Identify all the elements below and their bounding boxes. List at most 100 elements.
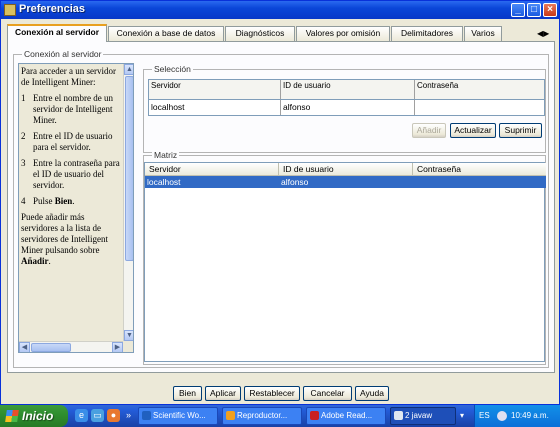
- tab-right-icon[interactable]: ▶: [543, 29, 549, 38]
- media-player-icon: [226, 411, 235, 420]
- help-step-number: 4: [21, 196, 26, 206]
- internet-explorer-icon[interactable]: e: [75, 409, 88, 422]
- scroll-thumb[interactable]: [31, 343, 71, 352]
- server-connection-group: Conexión al servidor Para acceder a un s…: [13, 49, 549, 368]
- update-button[interactable]: Actualizar: [450, 123, 496, 138]
- matrix-header: Servidor ID de usuario Contraseña: [145, 163, 546, 176]
- window-title: Preferencias: [19, 3, 86, 15]
- help-step-number: 3: [21, 158, 26, 168]
- maximize-button[interactable]: □: [527, 3, 541, 17]
- row-contrasena: [413, 176, 546, 188]
- add-button[interactable]: Añadir: [412, 123, 446, 138]
- windows-logo-icon: [5, 410, 19, 422]
- password-field[interactable]: [415, 100, 546, 115]
- column-header-id-usuario[interactable]: ID de usuario: [279, 163, 413, 175]
- quick-launch: e ▭ ● »: [75, 408, 135, 424]
- tab-strip: Conexión al servidor Conexión a base de …: [7, 24, 557, 42]
- help-vertical-scrollbar[interactable]: ▲ ▼: [123, 64, 133, 341]
- matrix-legend: Matriz: [152, 150, 180, 160]
- help-step-text: Entre la contraseña para el ID de usuari…: [33, 158, 120, 190]
- task-adobe-reader[interactable]: Adobe Read...: [306, 407, 386, 425]
- help-text: Para acceder a un servidor de Intelligen…: [21, 66, 122, 340]
- server-field[interactable]: localhost: [149, 100, 281, 115]
- ok-button[interactable]: Bien: [173, 386, 202, 401]
- scientific-workplace-icon: [142, 411, 151, 420]
- start-button[interactable]: Inicio: [0, 405, 68, 427]
- tab-delimitadores[interactable]: Delimitadores: [391, 26, 463, 41]
- title-bar[interactable]: Preferencias _ □ ×: [1, 1, 559, 19]
- delete-button[interactable]: Suprimir: [499, 123, 542, 138]
- tab-panel: Conexión al servidor Para acceder a un s…: [7, 41, 555, 373]
- help-outro-bold: Añadir: [21, 256, 49, 266]
- help-outro-text: Puede añadir más servidores a la lista d…: [21, 212, 108, 255]
- start-label: Inicio: [22, 409, 54, 423]
- adobe-reader-icon: [310, 411, 319, 420]
- scroll-thumb[interactable]: [125, 76, 133, 261]
- language-indicator[interactable]: ES: [479, 405, 490, 427]
- help-step: 4 Pulse Bien.: [21, 196, 122, 207]
- help-step-text: Entre el nombre de un servidor de Intell…: [33, 93, 113, 125]
- task-label: Scientific Wo...: [153, 411, 206, 420]
- help-step-number: 1: [21, 93, 26, 103]
- help-outro-after: .: [48, 256, 51, 266]
- help-intro: Para acceder a un servidor de Intelligen…: [21, 66, 116, 87]
- tab-diagnosticos[interactable]: Diagnósticos: [225, 26, 295, 41]
- java-icon: [394, 411, 403, 420]
- scroll-down-icon[interactable]: ▼: [124, 330, 133, 341]
- overflow-chevron-icon[interactable]: »: [122, 409, 135, 422]
- task-reproductor[interactable]: Reproductor...: [222, 407, 302, 425]
- close-button[interactable]: ×: [543, 3, 557, 17]
- row-id-usuario: alfonso: [281, 177, 309, 187]
- scroll-up-icon[interactable]: ▲: [124, 64, 133, 75]
- column-header-servidor: Servidor: [149, 80, 281, 99]
- task-scientific-workplace[interactable]: Scientific Wo...: [138, 407, 218, 425]
- minimize-button[interactable]: _: [511, 3, 525, 17]
- tab-varios[interactable]: Varios: [464, 26, 502, 41]
- task-label: Reproductor...: [237, 411, 288, 420]
- tab-valores-omision[interactable]: Valores por omisión: [296, 26, 390, 41]
- cancel-button[interactable]: Cancelar: [303, 386, 352, 401]
- tab-conexion-servidor[interactable]: Conexión al servidor: [7, 24, 107, 42]
- help-horizontal-scrollbar[interactable]: ◀ ▶: [19, 341, 123, 352]
- help-outro: Puede añadir más servidores a la lista d…: [21, 212, 122, 267]
- desktop-icon[interactable]: ▭: [91, 409, 104, 422]
- selection-values: localhost alfonso: [148, 100, 545, 116]
- help-step: 2 Entre el ID de usuario para el servidor…: [21, 131, 122, 153]
- scroll-right-icon[interactable]: ▶: [112, 342, 123, 352]
- tab-scroll-arrows[interactable]: ◀▶: [537, 28, 557, 39]
- help-step-after: .: [72, 196, 75, 206]
- help-step: 3 Entre la contraseña para el ID de usuar…: [21, 158, 122, 191]
- volume-icon[interactable]: [497, 411, 507, 421]
- row-servidor: localhost: [147, 177, 181, 187]
- help-step-text: Entre el ID de usuario para el servidor.: [33, 131, 113, 152]
- column-header-contrasena[interactable]: Contraseña: [413, 163, 546, 175]
- preferences-window: Preferencias _ □ × Conexión al servidor …: [0, 0, 560, 405]
- dialog-buttons: Bien Aplicar Restablecer Cancelar Ayuda: [1, 383, 560, 403]
- task-group-arrow-icon[interactable]: ▾: [460, 405, 464, 427]
- taskbar: Inicio e ▭ ● » Scientific Wo... Reproduc…: [0, 405, 560, 427]
- server-connection-legend: Conexión al servidor: [22, 49, 104, 59]
- task-label: 2 javaw: [405, 411, 433, 420]
- user-id-field[interactable]: alfonso: [281, 100, 415, 115]
- column-header-contrasena: Contraseña: [417, 81, 459, 90]
- help-step: 1 Entre el nombre de un servidor de Intel…: [21, 93, 122, 126]
- scroll-left-icon[interactable]: ◀: [19, 342, 30, 352]
- help-step-number: 2: [21, 131, 26, 141]
- tab-conexion-base-datos[interactable]: Conexión a base de datos: [108, 26, 224, 41]
- app-icon: [4, 4, 16, 16]
- table-row[interactable]: localhost alfonso: [145, 176, 546, 188]
- clock: 10:49 a.m.: [511, 411, 549, 420]
- firefox-icon[interactable]: ●: [107, 409, 120, 422]
- matrix-table: Servidor ID de usuario Contraseña localh…: [144, 162, 546, 362]
- help-pane: Para acceder a un servidor de Intelligen…: [18, 63, 134, 353]
- system-tray: ES 10:49 a.m.: [474, 405, 560, 427]
- help-button[interactable]: Ayuda: [355, 386, 389, 401]
- column-header-servidor[interactable]: Servidor: [145, 163, 279, 175]
- selection-group: Selección Servidor ID de usuario Contras…: [143, 64, 546, 153]
- matrix-group: Matriz Servidor ID de usuario Contraseña…: [143, 150, 546, 365]
- help-step-text: Pulse: [33, 196, 55, 206]
- task-javaw[interactable]: 2 javaw: [390, 407, 456, 425]
- reset-button[interactable]: Restablecer: [244, 386, 300, 401]
- apply-button[interactable]: Aplicar: [205, 386, 241, 401]
- column-header-id-usuario: ID de usuario: [281, 80, 415, 99]
